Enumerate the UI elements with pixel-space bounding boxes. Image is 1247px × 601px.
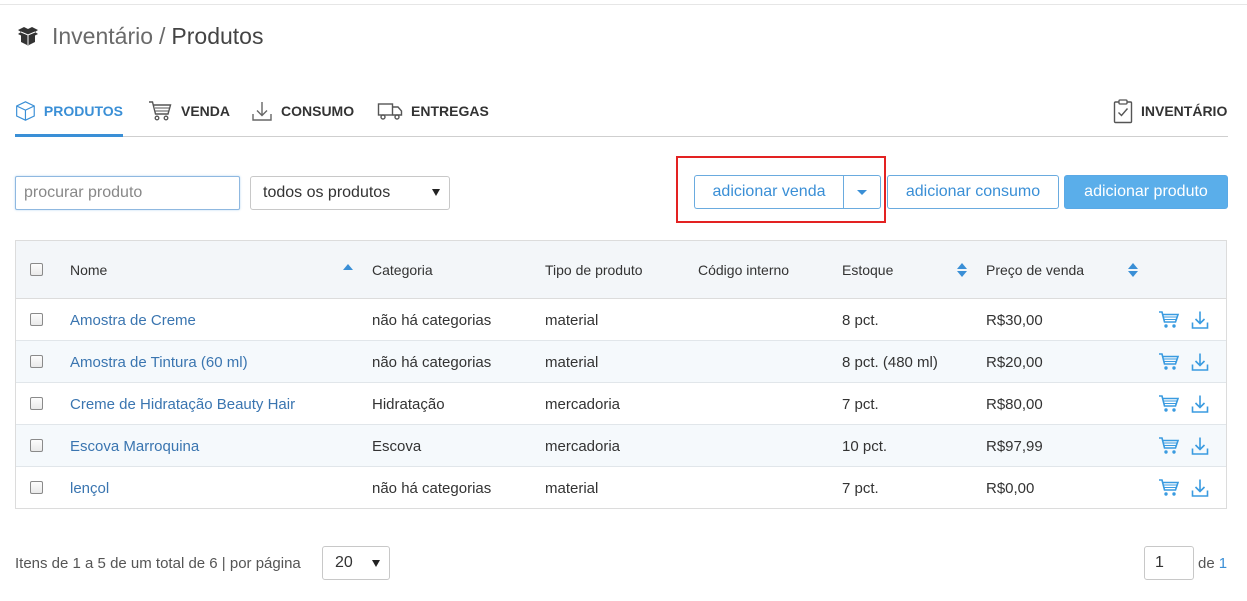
product-type: mercadoria: [545, 437, 621, 455]
product-name-link[interactable]: Creme de Hidratação Beauty Hair: [70, 383, 295, 425]
product-filter-select[interactable]: todos os produtos: [250, 176, 450, 210]
truck-icon: [377, 103, 403, 120]
add-product-button[interactable]: adicionar produto: [1064, 175, 1228, 209]
row-checkbox[interactable]: [30, 439, 43, 452]
row-checkbox[interactable]: [30, 355, 43, 368]
caret-down-icon: [372, 560, 380, 567]
product-price: R$30,00: [986, 311, 1043, 329]
page-title: Produtos: [171, 22, 264, 49]
caret-down-icon: [432, 189, 440, 196]
table-row: Amostra de Tintura (60 ml) não há categor…: [16, 341, 1226, 383]
sell-cart-icon[interactable]: [1158, 436, 1180, 460]
consume-download-icon[interactable]: [1191, 478, 1209, 502]
sort-estoque-icon[interactable]: [957, 241, 967, 299]
column-header-codigo: Código interno: [698, 262, 790, 278]
row-checkbox[interactable]: [30, 397, 43, 410]
product-name-link[interactable]: lençol: [70, 467, 109, 509]
product-name-link[interactable]: Amostra de Creme: [70, 299, 196, 341]
cart-icon: [149, 101, 172, 121]
breadcrumb-separator: /: [159, 22, 166, 49]
select-all-checkbox[interactable]: [30, 263, 43, 276]
column-header-nome[interactable]: Nome: [70, 241, 107, 299]
sort-asc-icon[interactable]: [343, 238, 353, 296]
consume-download-icon[interactable]: [1191, 310, 1209, 334]
top-divider: [0, 4, 1247, 5]
last-page-link[interactable]: 1: [1219, 555, 1227, 572]
column-header-preco[interactable]: Preço de venda: [986, 241, 1084, 299]
tab-consumo-label: CONSUMO: [281, 103, 355, 119]
page-header: Inventário / Produtos: [16, 22, 263, 50]
table-header: Nome Categoria Tipo de produto Código in…: [16, 241, 1226, 299]
tab-entregas-label: ENTREGAS: [411, 103, 489, 119]
row-checkbox[interactable]: [30, 481, 43, 494]
search-input[interactable]: [15, 176, 240, 210]
product-price: R$97,99: [986, 437, 1043, 455]
page-of-label: de: [1198, 554, 1215, 572]
clipboard-check-icon: [1113, 99, 1133, 124]
table-row: Escova Marroquina Escova mercadoria 10 pct.…: [16, 425, 1226, 467]
sort-preco-icon[interactable]: [1128, 241, 1138, 299]
tab-consumo[interactable]: CONSUMO: [251, 86, 354, 136]
product-type: material: [545, 353, 599, 371]
add-sale-dropdown-toggle[interactable]: [843, 175, 881, 209]
product-category: não há categorias: [372, 353, 492, 371]
product-filter-value: todos os produtos: [263, 184, 391, 201]
column-header-tipo: Tipo de produto: [545, 262, 643, 278]
add-sale-button[interactable]: adicionar venda: [694, 175, 843, 209]
product-stock: 10 pct.: [842, 437, 888, 455]
product-category: Escova: [372, 437, 422, 455]
product-type: material: [545, 479, 599, 497]
product-stock: 8 pct.: [842, 311, 879, 329]
tab-produtos[interactable]: PRODUTOS: [15, 86, 123, 137]
sell-cart-icon[interactable]: [1158, 394, 1180, 418]
tab-produtos-label: PRODUTOS: [43, 103, 123, 119]
product-category: não há categorias: [372, 479, 492, 497]
sell-cart-icon[interactable]: [1158, 352, 1180, 376]
tab-venda-label: VENDA: [181, 103, 231, 119]
products-table: Nome Categoria Tipo de produto Código in…: [15, 240, 1227, 509]
per-page-value: 20: [335, 554, 353, 571]
consume-download-icon[interactable]: [1191, 352, 1209, 376]
product-category: Hidratação: [372, 395, 445, 413]
product-category: não há categorias: [372, 311, 492, 329]
tab-bar: PRODUTOS VENDA CONSUMO ENTREGAS INVENTÁR…: [15, 86, 1228, 137]
product-stock: 7 pct.: [842, 479, 879, 497]
product-price: R$80,00: [986, 395, 1043, 413]
table-row: lençol não há categorias material 7 pct. R$0…: [16, 467, 1226, 509]
tab-inventario-label: INVENTÁRIO: [1141, 103, 1228, 119]
download-icon: [252, 102, 272, 121]
breadcrumb-inventario[interactable]: Inventário: [52, 23, 153, 50]
product-stock: 7 pct.: [842, 395, 879, 413]
tab-entregas[interactable]: ENTREGAS: [377, 86, 489, 136]
column-header-estoque[interactable]: Estoque: [842, 241, 893, 299]
caret-down-icon: [857, 189, 867, 195]
product-type: material: [545, 311, 599, 329]
sell-cart-icon[interactable]: [1158, 310, 1180, 334]
product-type: mercadoria: [545, 395, 621, 413]
active-tab-indicator: [15, 134, 123, 137]
product-name-link[interactable]: Amostra de Tintura (60 ml): [70, 341, 248, 383]
table-row: Amostra de Creme não há categorias materia…: [16, 299, 1226, 341]
page-total: de 1: [1198, 552, 1227, 574]
product-price: R$0,00: [986, 479, 1035, 497]
consume-download-icon[interactable]: [1191, 436, 1209, 460]
page-number-input[interactable]: [1144, 546, 1194, 580]
row-checkbox[interactable]: [30, 313, 43, 326]
tab-venda[interactable]: VENDA: [148, 86, 230, 136]
column-header-categoria: Categoria: [372, 262, 433, 278]
product-name-link[interactable]: Escova Marroquina: [70, 425, 199, 467]
sell-cart-icon[interactable]: [1158, 478, 1180, 502]
consume-download-icon[interactable]: [1191, 394, 1209, 418]
table-row: Creme de Hidratação Beauty Hair Hidrataçã…: [16, 383, 1226, 425]
tab-inventario[interactable]: INVENTÁRIO: [1113, 86, 1227, 136]
pagination-summary: Itens de 1 a 5 de um total de 6 | por pá…: [15, 554, 301, 572]
add-consumption-button[interactable]: adicionar consumo: [887, 175, 1059, 209]
per-page-select[interactable]: 20: [322, 546, 390, 580]
product-stock: 8 pct. (480 ml): [842, 353, 938, 371]
product-price: R$20,00: [986, 353, 1043, 371]
open-box-icon: [18, 27, 38, 46]
box-icon: [16, 101, 35, 121]
